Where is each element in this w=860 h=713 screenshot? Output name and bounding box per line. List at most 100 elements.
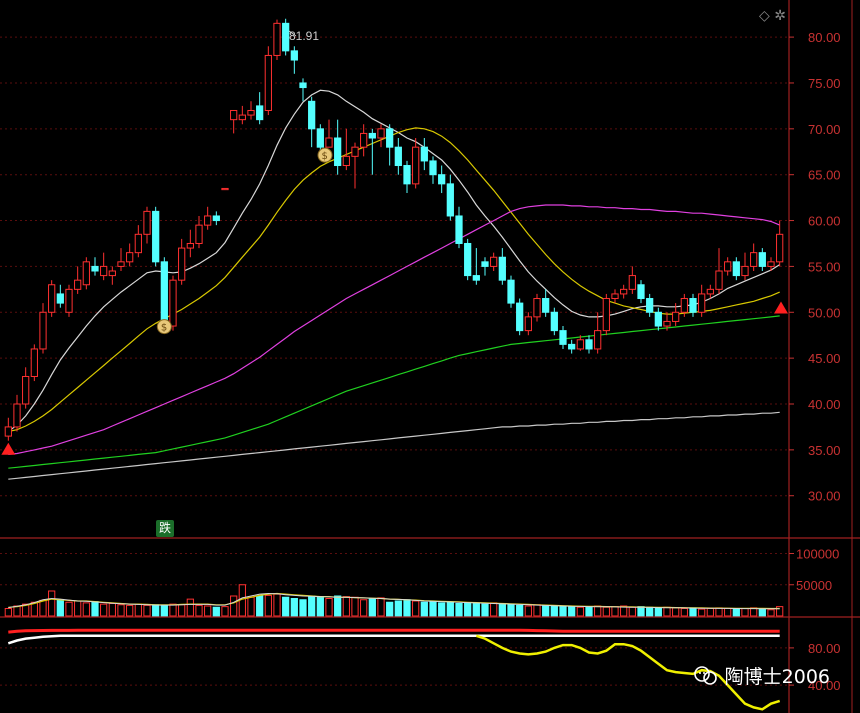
candle-body <box>394 146 402 167</box>
volume-bar <box>195 604 203 617</box>
volume-bar <box>724 608 732 617</box>
candle-body <box>568 343 576 350</box>
candle-body <box>169 279 177 327</box>
price-tick-label: 55.00 <box>808 259 841 274</box>
volume-bar <box>273 593 281 617</box>
volume-bar <box>256 595 264 617</box>
volume-bar <box>767 609 775 617</box>
candle-body <box>585 339 593 350</box>
candle-body <box>152 210 160 263</box>
volume-bar <box>299 599 307 617</box>
volume-bar <box>204 605 212 617</box>
candle-body <box>22 375 30 405</box>
volume-bar <box>516 604 524 617</box>
candle-body <box>507 279 515 304</box>
stock-chart[interactable]: $$ 80.0075.0070.0065.0060.0055.0050.0045… <box>0 0 860 713</box>
candle-body <box>48 284 56 313</box>
candle-body <box>524 316 532 332</box>
volume-bar <box>559 606 567 617</box>
volume-bar <box>654 607 662 617</box>
ma-line <box>8 411 780 480</box>
volume-bar <box>568 605 576 617</box>
volume-bar <box>212 606 220 617</box>
candle-body <box>195 224 203 244</box>
volume-bar <box>628 606 636 617</box>
candle-body <box>646 298 654 313</box>
volume-bar <box>230 595 238 617</box>
candle-body <box>481 261 489 267</box>
candle-body <box>74 279 82 290</box>
candle-body <box>533 298 541 318</box>
candle-body <box>698 293 706 313</box>
candle-body <box>65 288 73 313</box>
price-tick-label: 60.00 <box>808 214 841 229</box>
signal-die-badge: 跌 <box>156 520 174 537</box>
candle-body <box>429 160 437 176</box>
candle-body <box>576 339 584 350</box>
volume-bar <box>282 596 290 617</box>
gear-icon[interactable]: ✲ <box>774 8 786 24</box>
volume-bars <box>4 584 784 617</box>
moving-average-lines <box>7 89 781 480</box>
candle-body <box>412 146 420 185</box>
candle-body <box>750 252 758 267</box>
volume-bar <box>82 602 90 617</box>
candle-body <box>273 22 281 56</box>
candle-body <box>334 137 342 167</box>
candle-body <box>438 174 446 185</box>
signal-markers: $$ <box>1 30 788 455</box>
volume-bar <box>178 604 186 617</box>
candle-body <box>325 137 333 148</box>
buy-triangle-icon <box>774 301 788 314</box>
price-tick-label: 70.00 <box>808 122 841 137</box>
chart-tools[interactable]: ◇ ✲ <box>759 8 786 24</box>
candle-body <box>178 247 186 281</box>
volume-bar <box>360 599 368 617</box>
money-bag-symbol: $ <box>161 323 167 334</box>
volume-bar <box>325 598 333 617</box>
volume-bar <box>611 606 619 617</box>
volume-bar <box>576 606 584 617</box>
volume-bar <box>169 603 177 617</box>
candle-body <box>498 256 506 281</box>
candle-body <box>559 330 567 345</box>
volume-bar <box>264 594 272 617</box>
price-tick-label: 80.00 <box>808 30 841 45</box>
candle-body <box>13 403 21 428</box>
candle-body <box>455 215 463 244</box>
candle-body <box>351 146 359 157</box>
candle-body <box>680 298 688 313</box>
high-price-label: 81.91 <box>289 29 319 43</box>
ma-line <box>8 315 780 469</box>
volume-bar <box>308 595 316 617</box>
volume-bar <box>403 599 411 617</box>
volume-bar <box>4 608 12 617</box>
volume-bar <box>160 605 168 617</box>
volume-bar <box>637 606 645 617</box>
volume-bar <box>715 607 723 617</box>
candle-body <box>247 109 255 116</box>
candle-body <box>308 100 316 130</box>
diamond-icon[interactable]: ◇ <box>759 8 770 24</box>
volume-bar <box>100 603 108 617</box>
candle-body <box>654 311 662 327</box>
candle-body <box>594 330 602 350</box>
volume-bar <box>39 599 47 617</box>
candle-body <box>316 128 324 148</box>
candle-body <box>446 183 454 217</box>
candle-body <box>741 265 749 277</box>
candle-body <box>732 261 740 277</box>
candle-body <box>472 275 480 281</box>
candle-body <box>724 261 732 272</box>
volume-bar <box>134 603 142 617</box>
price-tick-label: 50.00 <box>808 305 841 320</box>
volume-tick-label: 50000 <box>796 578 832 593</box>
ma-line <box>8 127 780 433</box>
volume-bar <box>663 606 671 617</box>
volume-bar <box>126 604 134 617</box>
candle-body <box>160 261 168 327</box>
volume-bar <box>594 605 602 617</box>
candle-body <box>264 54 272 111</box>
volume-bar <box>394 600 402 617</box>
candle-body <box>100 265 108 277</box>
